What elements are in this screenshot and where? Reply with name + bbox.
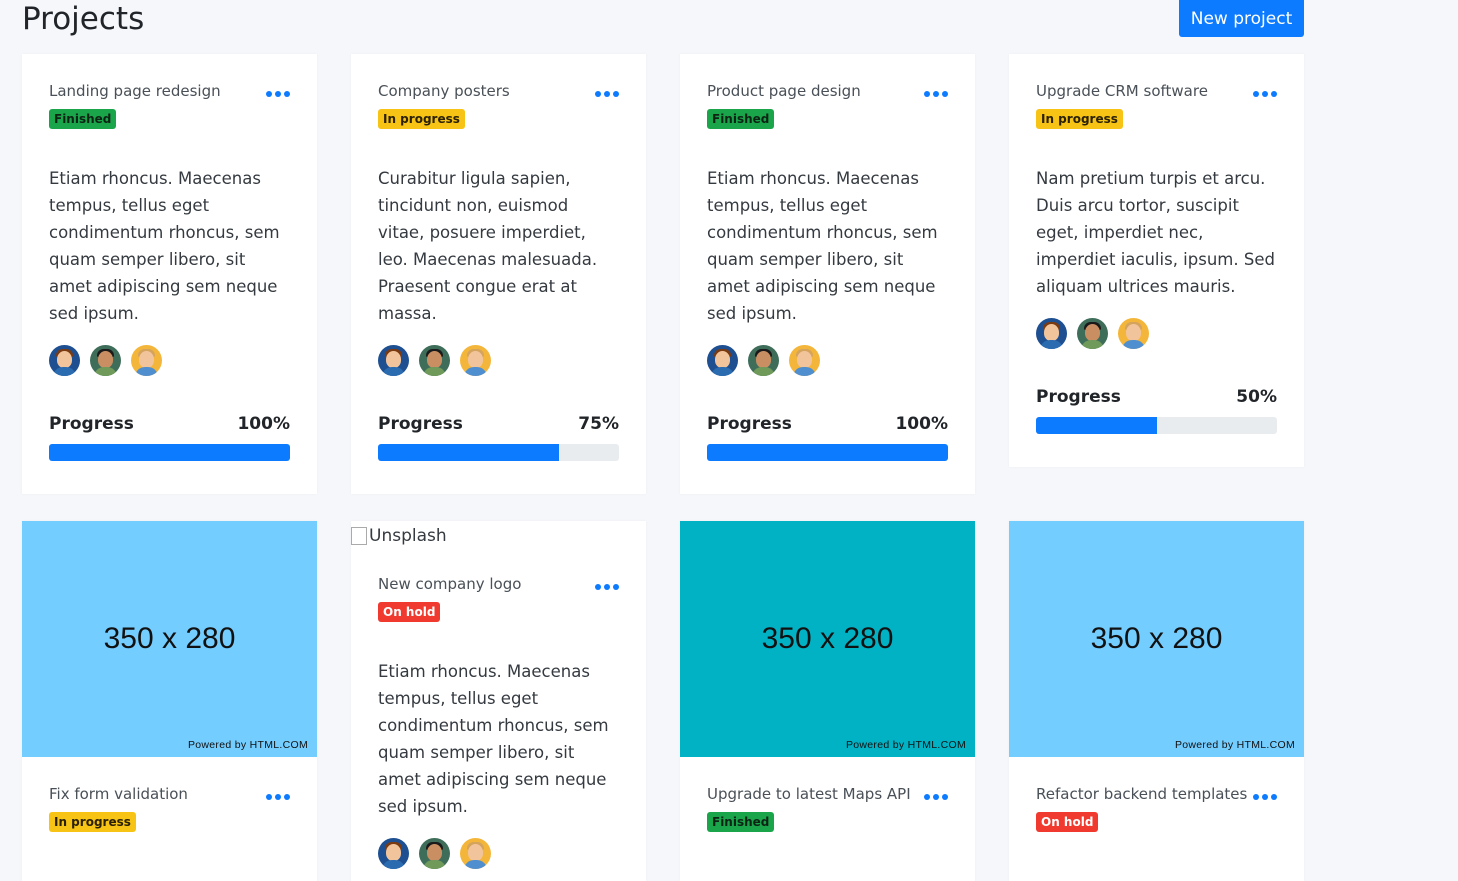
avatar-group [1009,318,1304,349]
project-title: Upgrade CRM software [1036,82,1208,100]
progress-bar [1036,417,1277,434]
project-title: Fix form validation [49,785,188,803]
avatar-group [351,838,646,869]
progress-label: Progress [1036,387,1121,407]
avatar-man-glasses-icon [419,838,450,869]
placeholder-image: 350 x 280 Powered by HTML.COM [680,521,975,757]
project-card: Company posters In progress Curabitur li… [351,54,646,494]
project-title: New company logo [378,575,522,593]
progress-bar [707,444,948,461]
progress-bar-fill [1036,417,1157,434]
project-description: Nam pretium turpis et arcu. Duis arcu to… [1036,169,1275,296]
image-credit: Powered by HTML.COM [187,739,308,751]
avatar-woman-icon [49,345,80,376]
status-badge: On hold [378,602,441,622]
new-project-button[interactable]: New project [1179,0,1304,37]
progress-value: 100% [895,414,948,434]
more-options-icon[interactable] [595,582,619,592]
more-options-icon[interactable] [595,89,619,99]
progress-label: Progress [378,414,463,434]
more-options-icon[interactable] [1253,792,1277,802]
progress-bar-fill [378,444,559,461]
project-card: 350 x 280 Powered by HTML.COM Refactor b… [1009,521,1304,881]
page-title: Projects [22,1,145,37]
status-badge: Finished [707,109,775,129]
progress-value: 100% [237,414,290,434]
avatar-man-beard-icon [131,345,162,376]
avatar-man-beard-icon [460,345,491,376]
project-card: Product page design Finished Etiam rhonc… [680,54,975,494]
progress-label: Progress [707,414,792,434]
avatar-woman-icon [378,838,409,869]
progress-row: Progress 75% [351,414,646,434]
project-card: 350 x 280 Powered by HTML.COM Fix form v… [22,521,317,881]
placeholder-image-text: 350 x 280 [761,622,894,655]
status-badge: Finished [49,109,117,129]
progress-bar-fill [707,444,948,461]
project-title: Landing page redesign [49,82,221,100]
image-credit: Powered by HTML.COM [1174,739,1295,751]
placeholder-image-text: 350 x 280 [1090,622,1223,655]
avatar-man-glasses-icon [1077,318,1108,349]
broken-image: Unsplash [351,521,646,548]
placeholder-image-text: 350 x 280 [103,622,236,655]
more-options-icon[interactable] [924,792,948,802]
status-badge: Finished [707,812,775,832]
project-description: Etiam rhoncus. Maecenas tempus, tellus e… [378,662,609,816]
project-title: Upgrade to latest Maps API [707,785,911,803]
project-description: Etiam rhoncus. Maecenas tempus, tellus e… [49,169,280,323]
avatar-man-beard-icon [1118,318,1149,349]
status-badge: On hold [1036,812,1099,832]
more-options-icon[interactable] [1253,89,1277,99]
more-options-icon[interactable] [924,89,948,99]
placeholder-image: 350 x 280 Powered by HTML.COM [1009,521,1304,757]
avatar-woman-icon [1036,318,1067,349]
progress-row: Progress 50% [1009,387,1304,407]
avatar-woman-icon [707,345,738,376]
status-badge: In progress [1036,109,1123,129]
project-description: Etiam rhoncus. Maecenas tempus, tellus e… [707,169,938,323]
project-description: Curabitur ligula sapien, tincidunt non, … [378,169,598,323]
progress-bar [378,444,619,461]
project-card: Upgrade CRM software In progress Nam pre… [1009,54,1304,467]
avatar-group [351,345,646,376]
image-alt-text: Unsplash [369,526,447,546]
status-badge: In progress [378,109,465,129]
avatar-man-glasses-icon [419,345,450,376]
progress-bar-fill [49,444,290,461]
more-options-icon[interactable] [266,89,290,99]
progress-row: Progress 100% [680,414,975,434]
project-card: Landing page redesign Finished Etiam rho… [22,54,317,494]
avatar-man-glasses-icon [748,345,779,376]
avatar-group [22,345,317,376]
project-title: Company posters [378,82,510,100]
avatar-man-beard-icon [460,838,491,869]
progress-value: 75% [578,414,619,434]
progress-value: 50% [1236,387,1277,407]
status-badge: In progress [49,812,136,832]
project-title: Refactor backend templates [1036,785,1248,803]
more-options-icon[interactable] [266,792,290,802]
placeholder-image: 350 x 280 Powered by HTML.COM [22,521,317,757]
progress-label: Progress [49,414,134,434]
broken-image-icon [351,527,367,545]
progress-bar [49,444,290,461]
project-card: 350 x 280 Powered by HTML.COM Upgrade to… [680,521,975,881]
avatar-man-glasses-icon [90,345,121,376]
progress-row: Progress 100% [22,414,317,434]
avatar-group [680,345,975,376]
image-credit: Powered by HTML.COM [845,739,966,751]
project-card: Unsplash New company logo On hold Etiam … [351,521,646,881]
avatar-man-beard-icon [789,345,820,376]
avatar-woman-icon [378,345,409,376]
project-title: Product page design [707,82,861,100]
